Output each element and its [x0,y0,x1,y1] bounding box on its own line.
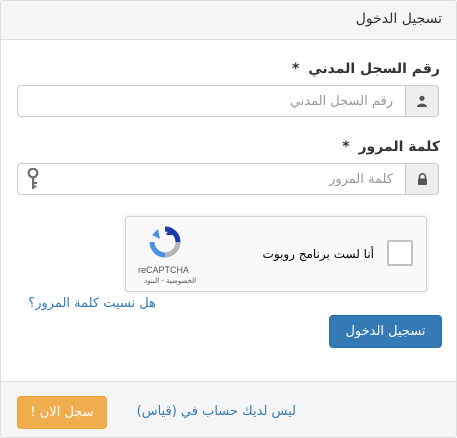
user-icon [405,86,438,116]
panel-title: تسجيل الدخول [355,11,442,27]
panel-heading: تسجيل الدخول [1,1,456,40]
recaptcha-widget: أنا لست برنامج روبوت reCAPTCHA الخصوصية … [125,216,427,292]
recaptcha-label: أنا لست برنامج روبوت [262,247,374,261]
recaptcha-logo-icon [148,225,182,263]
civil-id-field [17,85,439,117]
panel-footer: ليس لديك حساب في (قياس) سجل الان ! [1,381,456,437]
lock-icon [405,164,438,194]
required-mark: * [342,139,350,155]
password-field [17,163,439,195]
password-input[interactable] [20,164,405,194]
key-icon[interactable] [26,167,40,194]
no-account-link[interactable]: ليس لديك حساب في (قياس) [137,404,296,419]
forgot-password-link[interactable]: هل نسيت كلمة المرور؟ [28,296,156,311]
required-mark: * [292,61,300,77]
recaptcha-links[interactable]: الخصوصية - البنود [144,277,196,285]
recaptcha-brand: reCAPTCHA [138,265,190,275]
register-button[interactable]: سجل الان ! [17,396,107,429]
civil-id-label: رقم السجل المدني * [292,61,440,77]
civil-id-input[interactable] [20,86,405,116]
password-label: كلمة المرور * [342,139,440,155]
login-panel: تسجيل الدخول رقم السجل المدني * كلمة الم… [0,0,457,438]
login-button[interactable]: تسجيل الدخول [329,315,442,348]
recaptcha-checkbox[interactable] [387,240,413,266]
civil-id-label-text: رقم السجل المدني [308,61,440,77]
password-label-text: كلمة المرور [358,139,440,155]
